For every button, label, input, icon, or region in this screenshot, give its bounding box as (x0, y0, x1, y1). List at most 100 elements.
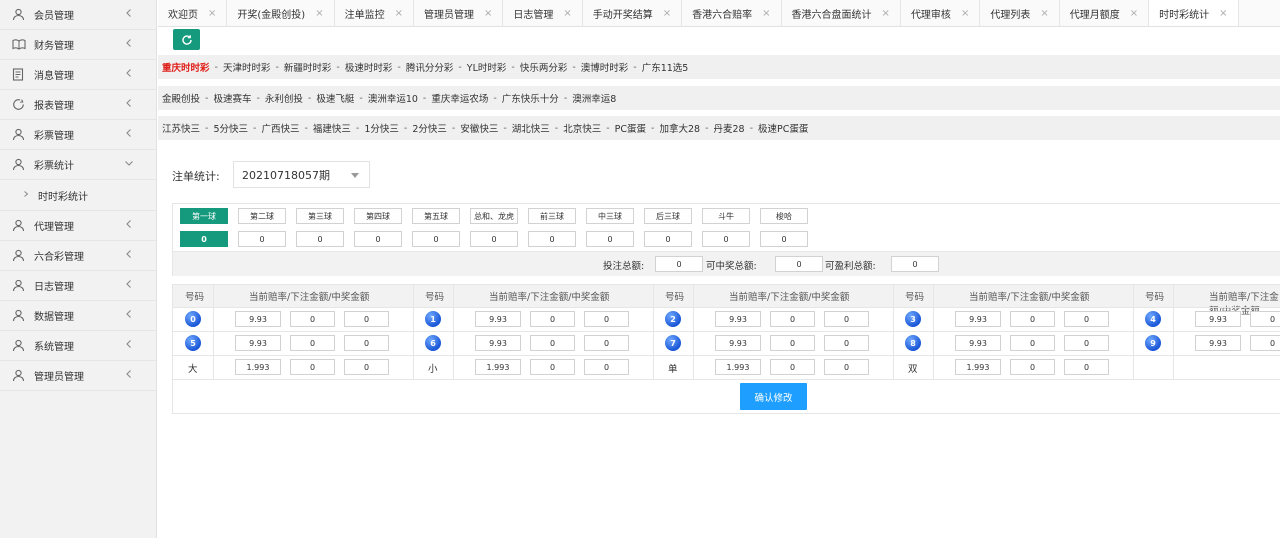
win-amount-input[interactable]: 0 (824, 335, 869, 351)
tab-1[interactable]: 开奖(金殿创投) × (227, 0, 335, 26)
win-amount-input[interactable]: 0 (824, 359, 869, 375)
lottery-link[interactable]: 广西快三 (261, 121, 299, 135)
win-amount-input[interactable]: 0 (344, 359, 389, 375)
lottery-link[interactable]: 极速赛车 (213, 91, 251, 105)
bet-amount-input[interactable]: 0 (530, 311, 575, 327)
position-button[interactable]: 总和、龙虎 (470, 208, 518, 224)
tab-8[interactable]: 代理审核 × (901, 0, 981, 26)
sidebar-item-11[interactable]: 系统管理 (0, 331, 156, 360)
bet-amount-input[interactable]: 0 (770, 335, 815, 351)
win-amount-input[interactable]: 0 (584, 335, 629, 351)
win-amount-input[interactable]: 0 (1064, 311, 1109, 327)
odds-input[interactable]: 9.93 (715, 311, 761, 327)
bet-amount-input[interactable]: 0 (290, 311, 335, 327)
odds-input[interactable]: 9.93 (475, 311, 521, 327)
lottery-link[interactable]: 广东11选5 (642, 60, 689, 74)
win-amount-input[interactable]: 0 (584, 359, 629, 375)
close-icon[interactable]: × (484, 8, 492, 19)
bet-amount-input[interactable]: 0 (530, 359, 575, 375)
sidebar-item-5[interactable]: 彩票统计 (0, 150, 156, 179)
win-amount-input[interactable]: 0 (344, 311, 389, 327)
position-button[interactable]: 后三球 (644, 208, 692, 224)
odds-input[interactable]: 1.993 (715, 359, 761, 375)
tab-6[interactable]: 香港六合赔率 × (682, 0, 782, 26)
refresh-button[interactable] (173, 29, 200, 50)
bet-amount-input[interactable]: 0 (530, 335, 575, 351)
odds-input[interactable]: 1.993 (955, 359, 1001, 375)
lottery-link[interactable]: 2分快三 (412, 121, 447, 135)
sidebar-item-12[interactable]: 管理员管理 (0, 361, 156, 390)
tab-0[interactable]: 欢迎页 × (158, 0, 228, 26)
odds-input[interactable]: 9.93 (1195, 311, 1241, 327)
lottery-link[interactable]: 福建快三 (313, 121, 351, 135)
win-amount-input[interactable]: 0 (584, 311, 629, 327)
tab-5[interactable]: 手动开奖结算 × (583, 0, 683, 26)
sidebar-item-10[interactable]: 数据管理 (0, 301, 156, 330)
bet-amount-input[interactable]: 0 (1250, 335, 1280, 351)
odds-input[interactable]: 9.93 (955, 311, 1001, 327)
tab-3[interactable]: 管理员管理 × (414, 0, 504, 26)
lottery-link[interactable]: 江苏快三 (162, 121, 200, 135)
bet-amount-input[interactable]: 0 (1010, 359, 1055, 375)
sidebar-subitem-6[interactable]: 时时彩统计 (0, 180, 156, 210)
bet-amount-input[interactable]: 0 (290, 335, 335, 351)
sidebar-item-7[interactable]: 代理管理 (0, 211, 156, 240)
close-icon[interactable]: × (961, 8, 969, 19)
position-button[interactable]: 第五球 (412, 208, 460, 224)
win-amount-input[interactable]: 0 (1064, 335, 1109, 351)
tab-10[interactable]: 代理月额度 × (1060, 0, 1150, 26)
lottery-link[interactable]: 1分快三 (364, 121, 399, 135)
sidebar-item-4[interactable]: 彩票管理 (0, 120, 156, 149)
bet-amount-input[interactable]: 0 (770, 311, 815, 327)
close-icon[interactable]: × (882, 8, 890, 19)
lottery-link[interactable]: 极速飞艇 (316, 91, 354, 105)
tab-11[interactable]: 时时彩统计 × (1149, 0, 1239, 26)
odds-input[interactable]: 9.93 (235, 311, 281, 327)
lottery-link[interactable]: 永利创投 (265, 91, 303, 105)
close-icon[interactable]: × (762, 8, 770, 19)
lottery-link[interactable]: 安徽快三 (460, 121, 498, 135)
position-button[interactable]: 中三球 (586, 208, 634, 224)
lottery-link[interactable]: 重庆时时彩 (162, 60, 210, 74)
position-button[interactable]: 前三球 (528, 208, 576, 224)
lottery-link[interactable]: 新疆时时彩 (284, 60, 332, 74)
tab-9[interactable]: 代理列表 × (980, 0, 1060, 26)
close-icon[interactable]: × (663, 8, 671, 19)
lottery-link[interactable]: 加拿大28 (659, 121, 700, 135)
lottery-link[interactable]: 澳洲幸运8 (572, 91, 616, 105)
sidebar-item-3[interactable]: 报表管理 (0, 90, 156, 119)
position-button[interactable]: 斗牛 (702, 208, 750, 224)
period-select[interactable]: 20210718057期 (233, 161, 370, 188)
sidebar-item-9[interactable]: 日志管理 (0, 271, 156, 300)
sidebar-item-2[interactable]: 消息管理 (0, 60, 156, 89)
bet-amount-input[interactable]: 0 (290, 359, 335, 375)
lottery-link[interactable]: 广东快乐十分 (502, 91, 559, 105)
close-icon[interactable]: × (395, 8, 403, 19)
sidebar-item-8[interactable]: 六合彩管理 (0, 241, 156, 270)
tab-7[interactable]: 香港六合盘面统计 × (782, 0, 901, 26)
lottery-link[interactable]: 极速时时彩 (345, 60, 393, 74)
close-icon[interactable]: × (208, 8, 216, 19)
lottery-link[interactable]: 北京快三 (563, 121, 601, 135)
win-amount-input[interactable]: 0 (344, 335, 389, 351)
lottery-link[interactable]: 丹麦28 (714, 121, 745, 135)
lottery-link[interactable]: 5分快三 (213, 121, 248, 135)
odds-input[interactable]: 1.993 (475, 359, 521, 375)
lottery-link[interactable]: 湖北快三 (512, 121, 550, 135)
lottery-link[interactable]: 极速PC蛋蛋 (758, 121, 808, 135)
lottery-link[interactable]: 重庆幸运农场 (431, 91, 488, 105)
position-button[interactable]: 第三球 (296, 208, 344, 224)
odds-input[interactable]: 9.93 (475, 335, 521, 351)
sidebar-item-1[interactable]: 财务管理 (0, 30, 156, 59)
position-button[interactable]: 第四球 (354, 208, 402, 224)
tab-2[interactable]: 注单监控 × (335, 0, 414, 26)
close-icon[interactable]: × (563, 8, 571, 19)
odds-input[interactable]: 9.93 (235, 335, 281, 351)
bet-amount-input[interactable]: 0 (1250, 311, 1280, 327)
win-amount-input[interactable]: 0 (1064, 359, 1109, 375)
close-icon[interactable]: × (315, 8, 323, 19)
odds-input[interactable]: 9.93 (1195, 335, 1241, 351)
lottery-link[interactable]: 天津时时彩 (223, 60, 271, 74)
bet-amount-input[interactable]: 0 (770, 359, 815, 375)
tab-4[interactable]: 日志管理 × (503, 0, 583, 26)
